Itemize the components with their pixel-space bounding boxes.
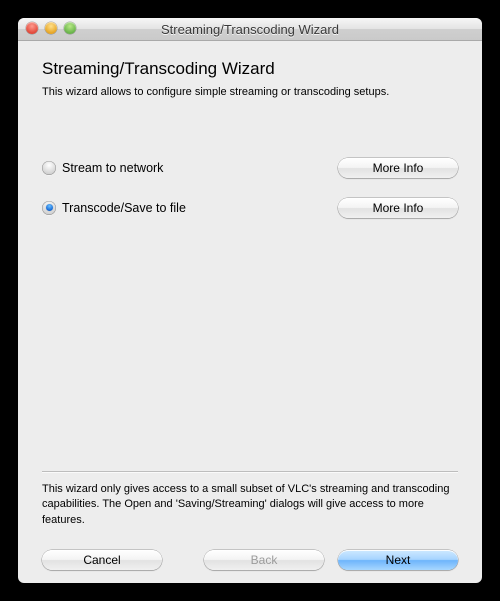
radio-stream-to-network[interactable]: Stream to network (42, 161, 163, 175)
button-label: Cancel (83, 553, 120, 567)
radio-label: Transcode/Save to file (62, 201, 186, 215)
divider (42, 471, 458, 472)
minimize-icon[interactable] (45, 22, 57, 34)
button-label: More Info (373, 201, 424, 215)
wizard-window: Streaming/Transcoding Wizard Streaming/T… (18, 18, 482, 583)
window-title: Streaming/Transcoding Wizard (161, 22, 339, 37)
cancel-button[interactable]: Cancel (42, 550, 162, 570)
button-label: More Info (373, 161, 424, 175)
back-button: Back (204, 550, 324, 570)
zoom-icon[interactable] (64, 22, 76, 34)
option-row-transcode: Transcode/Save to file More Info (42, 198, 458, 218)
radio-label: Stream to network (62, 161, 163, 175)
more-info-button-stream[interactable]: More Info (338, 158, 458, 178)
page-description: This wizard allows to configure simple s… (42, 85, 458, 100)
close-icon[interactable] (26, 22, 38, 34)
button-label: Next (386, 553, 411, 567)
radio-icon (42, 201, 56, 215)
page-heading: Streaming/Transcoding Wizard (42, 59, 458, 79)
button-row: Cancel Back Next (42, 550, 458, 570)
option-row-stream: Stream to network More Info (42, 158, 458, 178)
titlebar: Streaming/Transcoding Wizard (18, 18, 482, 41)
footnote-text: This wizard only gives access to a small… (42, 482, 458, 528)
button-label: Back (251, 553, 278, 567)
more-info-button-transcode[interactable]: More Info (338, 198, 458, 218)
radio-icon (42, 161, 56, 175)
window-controls (26, 22, 76, 34)
content-area: Streaming/Transcoding Wizard This wizard… (18, 41, 482, 583)
next-button[interactable]: Next (338, 550, 458, 570)
radio-transcode-save[interactable]: Transcode/Save to file (42, 201, 186, 215)
